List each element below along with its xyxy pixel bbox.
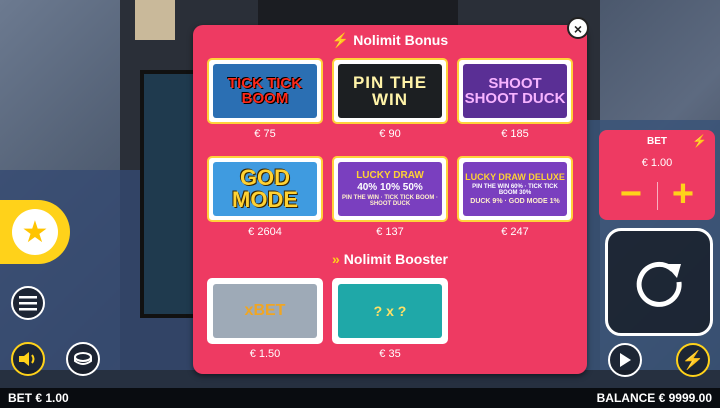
card-art-line: LUCKY DRAW DELUXE: [465, 172, 565, 182]
card-art: SHOOT SHOOT DUCK: [463, 64, 567, 118]
bonus-section-title: ⚡ Nolimit Bonus: [331, 32, 449, 48]
card-art-line: 40% 10% 50%: [357, 182, 423, 193]
turbo-button[interactable]: ⚡: [676, 343, 710, 377]
bonus-card-tick-tick-boom[interactable]: TICK TICK BOOM: [207, 58, 323, 124]
decrease-bet-button[interactable]: −: [611, 175, 651, 213]
card-art: PIN THE WIN: [338, 64, 442, 118]
card-price: € 90: [379, 128, 401, 140]
card-art: TICK TICK BOOM: [213, 64, 317, 118]
double-chevron-icon: »: [331, 251, 340, 267]
card-price: € 1.50: [249, 348, 281, 360]
refresh-icon: [636, 261, 682, 307]
card-art: GOD MODE: [213, 162, 317, 216]
card-price: € 35: [379, 348, 401, 360]
play-icon: [620, 353, 631, 367]
footer-bet: BET € 1.00: [8, 391, 69, 405]
lightning-icon: ⚡: [331, 32, 350, 48]
footer-balance: BALANCE € 9999.00: [596, 391, 712, 405]
coin-button[interactable]: [66, 342, 100, 376]
booster-section-title: » Nolimit Booster: [331, 251, 449, 267]
bonus-card-god-mode[interactable]: GOD MODE: [207, 156, 323, 222]
menu-button[interactable]: [11, 286, 45, 320]
bonus-card-lucky-draw-deluxe[interactable]: LUCKY DRAW DELUXE PIN THE WIN 60% · TICK…: [457, 156, 573, 222]
card-art: LUCKY DRAW DELUXE PIN THE WIN 60% · TICK…: [463, 162, 567, 216]
bonus-card-shoot-shoot-duck[interactable]: SHOOT SHOOT DUCK: [457, 58, 573, 124]
spin-button[interactable]: [605, 228, 713, 336]
play-button[interactable]: [608, 343, 642, 377]
coin-icon: [74, 352, 92, 365]
card-price: € 75: [254, 128, 276, 140]
close-button[interactable]: ×: [567, 17, 589, 39]
card-art: ? x ?: [338, 284, 442, 338]
star-icon: ★: [12, 209, 58, 255]
card-art-line: DUCK 9% · GOD MODE 1%: [470, 198, 560, 205]
card-art: xBET: [213, 284, 317, 338]
bet-value: € 1.00: [641, 157, 673, 169]
card-art-line: LUCKY DRAW: [356, 170, 424, 181]
booster-card-xwild[interactable]: ? x ?: [332, 278, 448, 344]
divider: [657, 182, 658, 210]
bonus-card-lucky-draw[interactable]: LUCKY DRAW 40% 10% 50% PIN THE WIN · TIC…: [332, 156, 448, 222]
speaker-icon: [19, 352, 35, 366]
hamburger-icon: [19, 296, 37, 311]
card-price: € 247: [501, 226, 529, 238]
sound-button[interactable]: [11, 342, 45, 376]
card-art-line: PIN THE WIN 60% · TICK TICK BOOM 30%: [472, 184, 558, 196]
bonus-card-pin-the-win[interactable]: PIN THE WIN: [332, 58, 448, 124]
booster-card-xbet[interactable]: xBET: [207, 278, 323, 344]
card-art-line: PIN THE WIN · TICK TICK BOOM · SHOOT DUC…: [342, 195, 438, 207]
buy-feature-panel: ⚡ Nolimit Bonus TICK TICK BOOM € 75 PIN T…: [193, 25, 587, 374]
card-price: € 137: [376, 226, 404, 238]
card-art: LUCKY DRAW 40% 10% 50% PIN THE WIN · TIC…: [338, 162, 442, 216]
lightning-icon: ⚡: [681, 349, 705, 370]
favorites-button[interactable]: ★: [0, 200, 70, 264]
bet-panel: BET ⚡ € 1.00 − +: [599, 130, 715, 220]
card-price: € 2604: [248, 226, 282, 238]
increase-bet-button[interactable]: +: [663, 175, 703, 213]
card-price: € 185: [501, 128, 529, 140]
lightning-icon: ⚡: [692, 134, 707, 148]
